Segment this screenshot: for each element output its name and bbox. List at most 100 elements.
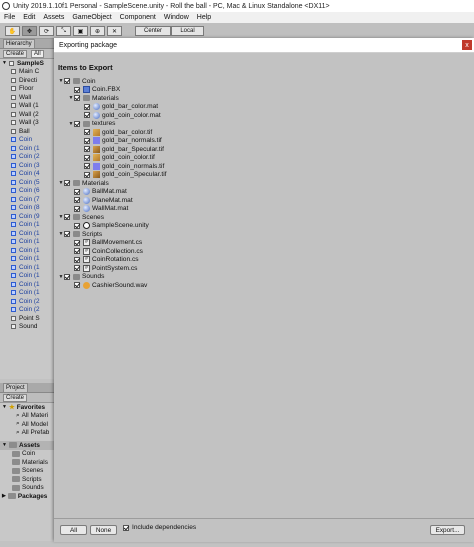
- export-tree-item[interactable]: gold_bar_normals.tif: [78, 137, 162, 145]
- project-tab[interactable]: Project: [3, 383, 28, 392]
- export-tree-item[interactable]: ▼ Sounds: [58, 273, 105, 281]
- hierarchy-item[interactable]: Coin (2: [0, 306, 56, 315]
- export-checkbox[interactable]: [74, 248, 80, 254]
- asset-folder-coin[interactable]: Coin: [0, 450, 56, 459]
- hierarchy-item[interactable]: Coin (8: [0, 204, 56, 213]
- include-dependencies-toggle[interactable]: Include dependencies: [123, 524, 196, 531]
- custom-tool-icon[interactable]: ✕: [107, 26, 122, 36]
- hierarchy-item[interactable]: Coin (1: [0, 263, 56, 272]
- export-tree-item[interactable]: gold_coin_color.mat: [78, 111, 161, 119]
- packages-header[interactable]: ▶ Packages: [0, 492, 56, 501]
- hierarchy-item[interactable]: Coin (1: [0, 221, 56, 230]
- export-checkbox[interactable]: [74, 265, 80, 271]
- export-tree-item[interactable]: gold_coin_Specular.tif: [78, 171, 167, 179]
- hierarchy-item[interactable]: Floor: [0, 85, 56, 94]
- hierarchy-tab[interactable]: Hierarchy: [3, 39, 35, 48]
- export-checkbox[interactable]: [84, 163, 90, 169]
- menu-item-file[interactable]: File: [4, 14, 15, 21]
- expand-triangle-icon[interactable]: ▶: [2, 493, 6, 499]
- hierarchy-item[interactable]: Coin (1: [0, 229, 56, 238]
- scene-root[interactable]: ▼ SampleS: [0, 59, 56, 68]
- hierarchy-item[interactable]: Coin (1: [0, 246, 56, 255]
- export-checkbox[interactable]: [84, 146, 90, 152]
- export-tree-item[interactable]: Coin.FBX: [68, 86, 120, 94]
- menu-item-gameobject[interactable]: GameObject: [72, 14, 111, 21]
- hierarchy-item[interactable]: Coin: [0, 136, 56, 145]
- menu-item-window[interactable]: Window: [164, 14, 189, 21]
- menu-item-edit[interactable]: Edit: [23, 14, 35, 21]
- scale-tool-icon[interactable]: ⤡: [56, 26, 71, 36]
- export-checkbox[interactable]: [64, 231, 70, 237]
- hierarchy-item[interactable]: Coin (1: [0, 238, 56, 247]
- assets-header[interactable]: ▼ Assets: [0, 441, 56, 450]
- hierarchy-item[interactable]: Wall: [0, 93, 56, 102]
- export-checkbox[interactable]: [74, 120, 80, 127]
- hierarchy-item[interactable]: Coin (5: [0, 178, 56, 187]
- hierarchy-item[interactable]: Coin (1: [0, 144, 56, 153]
- export-tree-item[interactable]: ▼ Scenes: [58, 213, 104, 221]
- export-checkbox[interactable]: [84, 112, 90, 118]
- export-tree-item[interactable]: ▼ textures: [68, 120, 116, 128]
- export-tree-item[interactable]: CoinCollection.cs: [68, 247, 143, 255]
- export-checkbox[interactable]: [64, 214, 70, 220]
- hierarchy-item[interactable]: Coin (1: [0, 272, 56, 281]
- export-tree-item[interactable]: PointSystem.cs: [68, 264, 137, 272]
- hierarchy-item[interactable]: Ball: [0, 127, 56, 136]
- asset-folder-sounds[interactable]: Sounds: [0, 484, 56, 493]
- export-tree-item[interactable]: ▼ Materials: [68, 94, 119, 102]
- project-create-button[interactable]: Create: [3, 393, 28, 402]
- hierarchy-item[interactable]: Sound: [0, 323, 56, 332]
- export-tree-item[interactable]: gold_coin_color.tif: [78, 154, 155, 162]
- export-tree-item[interactable]: CashierSound.wav: [68, 281, 147, 289]
- export-tree-item[interactable]: ▼ Coin: [58, 77, 96, 85]
- export-checkbox[interactable]: [84, 171, 90, 178]
- include-dependencies-checkbox[interactable]: [123, 524, 129, 531]
- pivot-space-button[interactable]: Local: [171, 26, 204, 36]
- hierarchy-item[interactable]: Coin (9: [0, 212, 56, 221]
- hierarchy-item[interactable]: Wall (2: [0, 110, 56, 119]
- hierarchy-search-input[interactable]: All: [31, 49, 44, 58]
- hierarchy-item[interactable]: Coin (1: [0, 289, 56, 298]
- export-checkbox[interactable]: [74, 86, 80, 93]
- hierarchy-item[interactable]: Coin (1: [0, 255, 56, 264]
- hierarchy-item[interactable]: Coin (7: [0, 195, 56, 204]
- export-checkbox[interactable]: [74, 282, 80, 288]
- move-tool-icon[interactable]: ✥: [22, 26, 37, 36]
- hierarchy-item[interactable]: Wall (1: [0, 102, 56, 111]
- hierarchy-item[interactable]: Coin (6: [0, 187, 56, 196]
- favorites-header[interactable]: ▼ ★ Favorites: [0, 403, 56, 412]
- export-checkbox[interactable]: [64, 180, 70, 186]
- hierarchy-item[interactable]: Coin (2: [0, 297, 56, 306]
- export-tree-item[interactable]: ▼ Scripts: [58, 230, 103, 238]
- hierarchy-item[interactable]: Directi: [0, 76, 56, 85]
- hierarchy-item[interactable]: Coin (2: [0, 153, 56, 162]
- export-tree-item[interactable]: gold_bar_color.tif: [78, 128, 152, 136]
- select-all-button[interactable]: All: [60, 525, 87, 535]
- export-tree-item[interactable]: WallMat.mat: [68, 205, 128, 213]
- hierarchy-item[interactable]: Coin (3: [0, 161, 56, 170]
- favorite-item[interactable]: ⌕ All Prefab: [0, 429, 56, 438]
- favorite-item[interactable]: ⌕ All Model: [0, 420, 56, 429]
- asset-folder-scripts[interactable]: Scripts: [0, 475, 56, 484]
- export-checkbox[interactable]: [74, 239, 80, 246]
- export-checkbox[interactable]: [74, 205, 80, 212]
- hierarchy-create-button[interactable]: Create: [3, 49, 28, 58]
- export-checkbox[interactable]: [84, 129, 90, 135]
- hierarchy-item[interactable]: Wall (3: [0, 119, 56, 128]
- export-tree-item[interactable]: gold_coin_normals.tif: [78, 162, 164, 170]
- export-checkbox[interactable]: [74, 95, 80, 101]
- select-none-button[interactable]: None: [90, 525, 117, 535]
- hierarchy-item[interactable]: Main C: [0, 68, 56, 77]
- export-tree-item[interactable]: PlaneMat.mat: [68, 196, 133, 204]
- expand-triangle-icon[interactable]: ▼: [2, 60, 7, 66]
- hand-tool-icon[interactable]: ✋: [5, 26, 20, 36]
- transform-tool-icon[interactable]: ⊕: [90, 26, 105, 36]
- export-tree-item[interactable]: gold_bar_color.mat: [78, 103, 158, 111]
- export-checkbox[interactable]: [74, 256, 80, 263]
- rotate-tool-icon[interactable]: ⟳: [39, 26, 54, 36]
- export-checkbox[interactable]: [64, 273, 70, 280]
- hierarchy-item[interactable]: Coin (4: [0, 170, 56, 179]
- expand-triangle-icon[interactable]: ▼: [2, 404, 7, 410]
- menu-item-assets[interactable]: Assets: [43, 14, 64, 21]
- rect-tool-icon[interactable]: ▣: [73, 26, 88, 36]
